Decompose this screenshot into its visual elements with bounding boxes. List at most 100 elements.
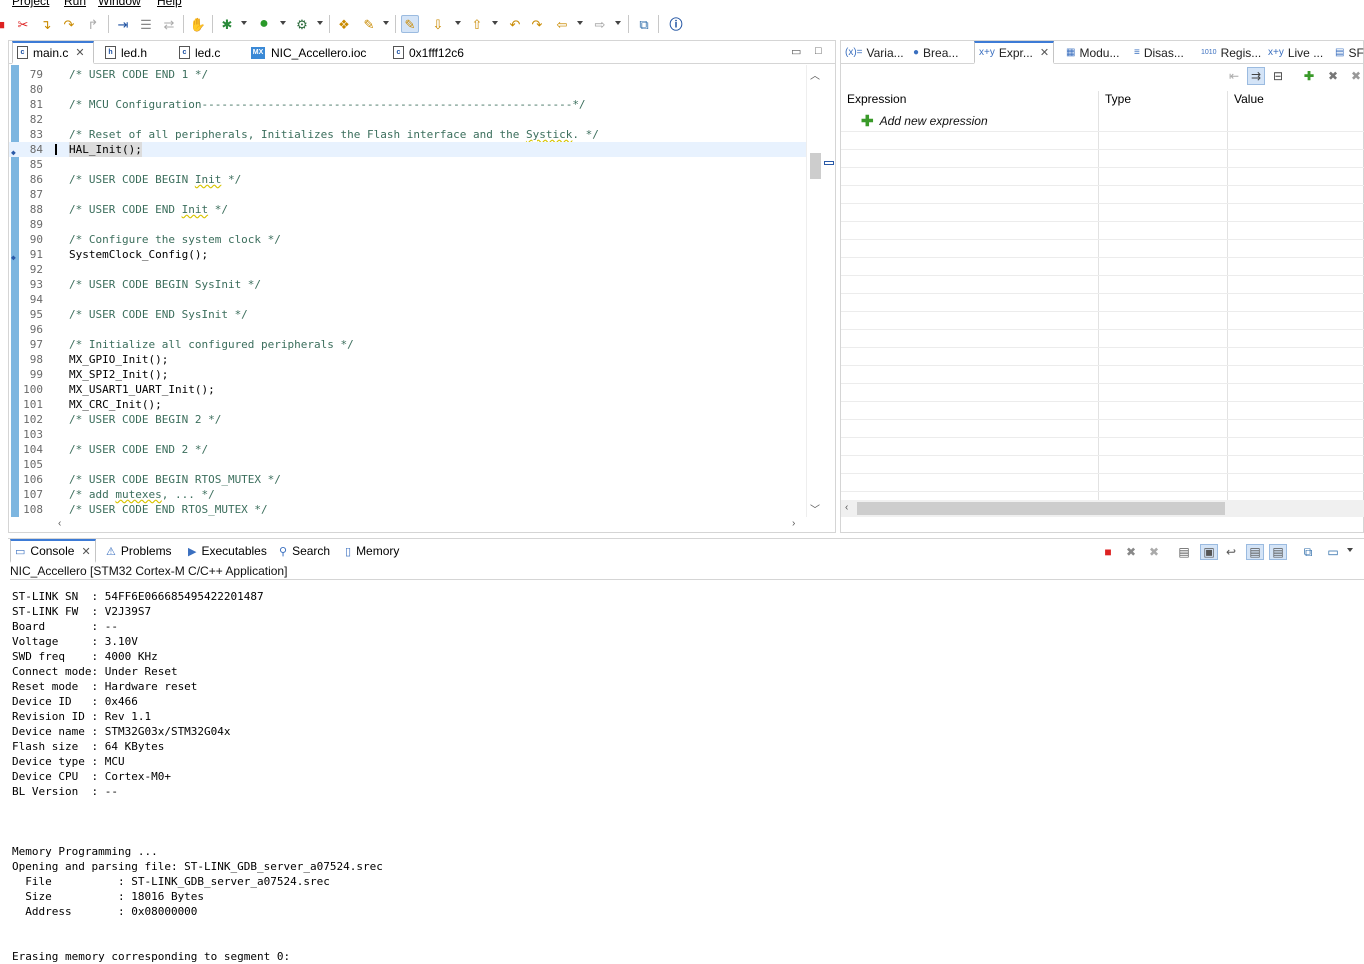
overview-mark[interactable] — [824, 161, 834, 165]
pin-console-icon[interactable]: ⧉ — [1299, 544, 1317, 560]
table-row[interactable] — [841, 167, 1364, 168]
code-line[interactable]: 99 MX_SPI2_Init(); — [9, 367, 806, 382]
spelling-warning[interactable]: Systick — [526, 128, 572, 141]
code-line[interactable]: 103 — [9, 427, 806, 442]
table-row[interactable] — [841, 455, 1364, 456]
remove-all-terminated-icon[interactable]: ✖ — [1145, 544, 1163, 560]
code-line[interactable]: 79 /* USER CODE END 1 */ — [9, 67, 806, 82]
column-value[interactable]: Value — [1228, 91, 1264, 113]
close-icon[interactable]: ✕ — [1040, 46, 1049, 59]
code-line[interactable]: 98 MX_GPIO_Init(); — [9, 352, 806, 367]
tab-led-h[interactable]: h led.h — [101, 41, 147, 64]
tab-ioc[interactable]: MX NIC_Accellero.ioc — [247, 41, 366, 64]
next-annotation-icon[interactable]: ⇩ — [429, 15, 447, 33]
scrollbar-thumb[interactable] — [810, 153, 821, 179]
build-icon[interactable]: ✎ — [360, 15, 378, 33]
code-line[interactable]: 93 /* USER CODE BEGIN SysInit */ — [9, 277, 806, 292]
code-line[interactable]: 89 — [9, 217, 806, 232]
code-line[interactable]: 87 — [9, 187, 806, 202]
disconnect-icon[interactable]: ✂ — [14, 15, 32, 33]
back-icon[interactable]: ⇦ — [553, 15, 571, 33]
last-edit-location-icon[interactable]: ↶ — [506, 15, 524, 33]
code-line[interactable]: 106 /* USER CODE BEGIN RTOS_MUTEX */ — [9, 472, 806, 487]
clear-console-icon[interactable]: ▤ — [1175, 544, 1193, 560]
close-icon[interactable]: ✕ — [75, 46, 84, 59]
column-expression[interactable]: Expression — [841, 91, 906, 113]
table-row[interactable] — [841, 347, 1364, 348]
tab-led-c[interactable]: c led.c — [175, 41, 220, 64]
editor-horizontal-scrollbar[interactable]: ‹ › — [54, 517, 806, 532]
scroll-down-icon[interactable]: ﹀ — [810, 501, 820, 516]
display-selected-console-icon[interactable]: ▭ — [1324, 544, 1342, 560]
table-row[interactable] — [841, 149, 1364, 150]
table-row[interactable] — [841, 131, 1364, 132]
tab-sfrs[interactable]: ▤ SF — [1335, 41, 1364, 64]
table-row[interactable] — [841, 437, 1364, 438]
scroll-left-icon[interactable]: ‹ — [58, 518, 61, 529]
debug-icon[interactable]: ✱ — [218, 15, 236, 33]
tab-expressions[interactable]: x+y Expr... ✕ — [974, 41, 1055, 64]
table-row[interactable] — [841, 221, 1364, 222]
info-icon[interactable]: ⓘ — [667, 15, 685, 33]
code-line[interactable]: 104 /* USER CODE END 2 */ — [9, 442, 806, 457]
table-row[interactable] — [841, 419, 1364, 420]
scroll-lock-icon[interactable]: ▣ — [1200, 544, 1218, 560]
spelling-warning[interactable]: Init — [182, 203, 209, 216]
table-row[interactable] — [841, 473, 1364, 474]
step-over-icon[interactable]: ↷ — [60, 15, 78, 33]
reset-icon[interactable]: ✋ — [189, 15, 207, 33]
tab-executables[interactable]: ▶ Executables — [188, 539, 267, 563]
maximize-icon[interactable]: □ — [815, 45, 822, 57]
table-row[interactable] — [841, 329, 1364, 330]
code-line[interactable]: 83 /* Reset of all peripherals, Initializ… — [9, 127, 806, 142]
code-line[interactable]: 105 — [9, 457, 806, 472]
tab-memory[interactable]: ▯ Memory — [345, 539, 399, 563]
code-line[interactable]: 108 /* USER CODE END RTOS_MUTEX */ — [9, 502, 806, 517]
remove-icon[interactable]: ✖ — [1324, 67, 1342, 85]
code-line[interactable]: 97 /* Initialize all configured periphera… — [9, 337, 806, 352]
show-type-names-icon[interactable]: ⇤ — [1225, 67, 1243, 85]
code-line[interactable]: 102 /* USER CODE BEGIN 2 */ — [9, 412, 806, 427]
tab-live-expressions[interactable]: x+y Live ... — [1268, 41, 1323, 64]
add-expression-icon[interactable]: ✚ — [1300, 67, 1318, 85]
table-row[interactable] — [841, 239, 1364, 240]
tab-variables[interactable]: (x)= Varia... — [845, 41, 904, 64]
table-row[interactable] — [841, 383, 1364, 384]
code-line[interactable]: 82 — [9, 112, 806, 127]
spelling-warning[interactable]: Init — [195, 173, 222, 186]
code-line[interactable]: 91 SystemClock_Config(); ◆ — [9, 247, 806, 262]
table-row[interactable] — [841, 203, 1364, 204]
drop-to-frame-icon[interactable]: ☰ — [137, 15, 155, 33]
menu-help[interactable]: Help — [157, 0, 182, 8]
code-line[interactable]: 84 HAL_Init(); ◆ — [9, 142, 806, 157]
code-area[interactable]: 79 /* USER CODE END 1 */ 80 81 /* MCU Config… — [9, 65, 806, 517]
step-into-icon[interactable]: ↴ — [37, 15, 55, 33]
show-logical-structure-icon[interactable]: ⇉ — [1247, 67, 1265, 85]
show-console-on-stdout-icon[interactable]: ▤ — [1246, 544, 1264, 560]
forward-icon[interactable]: ⇨ — [591, 15, 609, 33]
previous-annotation-icon[interactable]: ⇧ — [468, 15, 486, 33]
table-row[interactable] — [841, 293, 1364, 294]
code-line[interactable]: 101 MX_CRC_Init(); — [9, 397, 806, 412]
close-icon[interactable]: ✕ — [81, 545, 90, 558]
code-line[interactable]: 96 — [9, 322, 806, 337]
terminate-icon[interactable]: ■ — [0, 15, 10, 33]
menu-window[interactable]: Window — [98, 0, 141, 8]
tab-breakpoints[interactable]: ● Brea... — [913, 41, 958, 64]
scroll-right-icon[interactable]: › — [792, 518, 795, 529]
code-line[interactable]: 80 — [9, 82, 806, 97]
code-line[interactable]: 81 /* MCU Configuration------------------… — [9, 97, 806, 112]
menu-run[interactable]: Run — [64, 0, 86, 8]
table-row[interactable] — [841, 185, 1364, 186]
open-type-icon[interactable]: ❖ — [335, 15, 353, 33]
scroll-up-icon[interactable]: ︿ — [810, 67, 820, 82]
terminate-icon[interactable]: ■ — [1099, 544, 1117, 560]
table-row[interactable] — [841, 401, 1364, 402]
add-new-expression[interactable]: ✚ Add new expression — [861, 112, 988, 130]
table-row[interactable] — [841, 491, 1364, 492]
tab-problems[interactable]: ⚠ Problems — [106, 539, 172, 563]
tab-search[interactable]: ⚲ Search — [279, 539, 330, 563]
tab-console[interactable]: ▭ Console ✕ — [10, 539, 96, 563]
instruction-stepping-icon[interactable]: ⇥ — [114, 15, 132, 33]
column-type[interactable]: Type — [1099, 91, 1131, 113]
